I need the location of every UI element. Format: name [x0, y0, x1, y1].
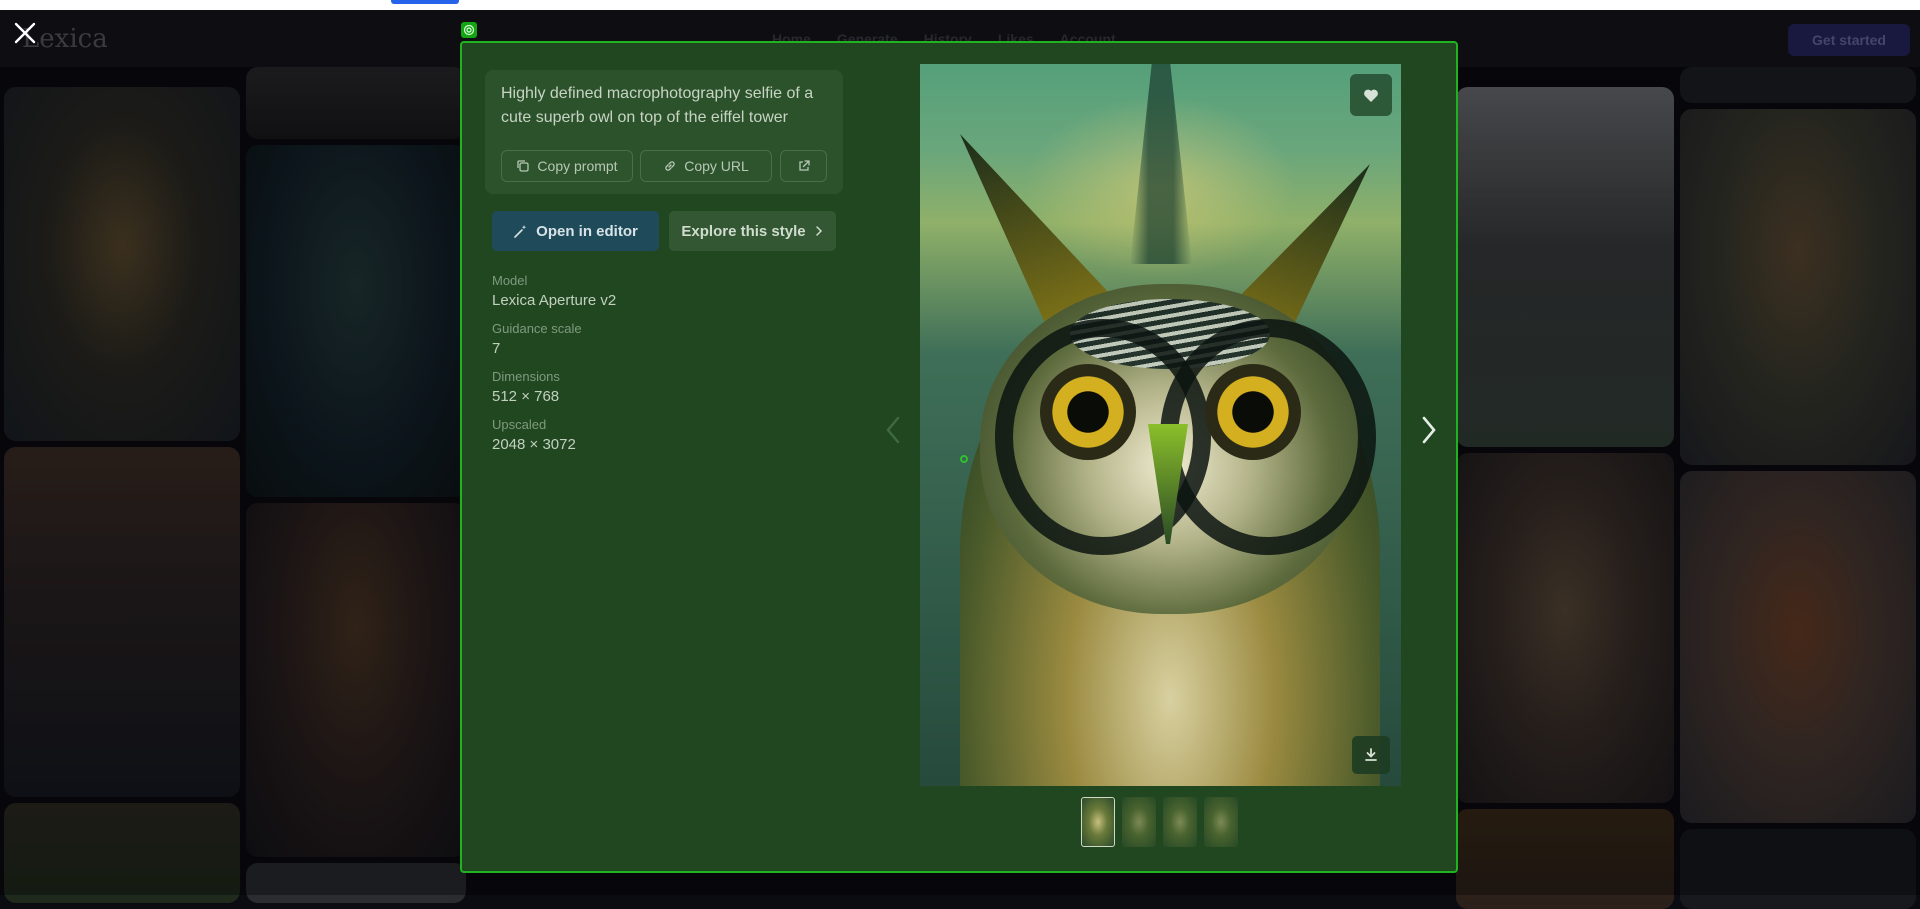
meta-guidance-scale: Guidance scale 7 — [492, 321, 792, 359]
meta-value: Lexica Aperture v2 — [492, 292, 617, 309]
close-icon — [14, 22, 36, 44]
active-tab-indicator — [391, 0, 459, 4]
modal-anchor-marker — [461, 22, 477, 38]
open-in-editor-button[interactable]: Open in editor — [492, 211, 659, 251]
prompt-text: Highly defined macrophotography selfie o… — [501, 85, 814, 126]
download-button[interactable] — [1352, 736, 1390, 774]
thumbnail-4[interactable] — [1204, 797, 1238, 847]
chevron-right-icon — [815, 226, 822, 236]
meta-value: 512 × 768 — [492, 388, 560, 405]
open-external-button[interactable] — [780, 150, 827, 182]
copy-url-button[interactable]: Copy URL — [640, 150, 772, 182]
copy-prompt-label: Copy prompt — [537, 158, 618, 174]
meta-label: Dimensions — [492, 369, 560, 384]
copy-icon — [517, 160, 530, 172]
favorite-button[interactable] — [1350, 74, 1392, 116]
image-focus-marker — [960, 455, 968, 463]
meta-model: Model Lexica Aperture v2 — [492, 273, 792, 311]
meta-label: Upscaled — [492, 417, 547, 432]
meta-value: 7 — [492, 340, 501, 357]
explore-style-button[interactable]: Explore this style — [669, 211, 836, 251]
target-icon — [463, 24, 475, 36]
link-icon — [665, 161, 675, 171]
heart-icon — [1364, 89, 1378, 102]
explore-style-label: Explore this style — [681, 222, 806, 240]
external-link-icon — [798, 160, 810, 171]
image-eye-left — [1040, 364, 1136, 460]
magic-wand-icon — [514, 224, 527, 238]
thumbnail-1[interactable] — [1081, 797, 1115, 847]
chevron-right-icon — [1422, 416, 1436, 444]
thumbnail-strip — [1081, 797, 1238, 847]
close-button[interactable] — [10, 18, 40, 48]
meta-upscaled: Upscaled 2048 × 3072 — [492, 417, 792, 455]
prompt-card: Highly defined macrophotography selfie o… — [485, 70, 843, 194]
image-tower — [1130, 64, 1192, 264]
image-detail-modal: Highly defined macrophotography selfie o… — [460, 41, 1458, 873]
meta-label: Model — [492, 273, 528, 288]
thumbnail-2[interactable] — [1122, 797, 1156, 847]
meta-value: 2048 × 3072 — [492, 436, 576, 453]
thumbnail-3[interactable] — [1163, 797, 1197, 847]
next-image-button[interactable] — [1417, 410, 1441, 450]
copy-prompt-button[interactable]: Copy prompt — [501, 150, 633, 182]
previous-image-button[interactable] — [881, 410, 905, 450]
meta-dimensions: Dimensions 512 × 768 — [492, 369, 792, 407]
open-in-editor-label: Open in editor — [536, 222, 638, 240]
browser-top-strip — [0, 0, 1920, 10]
chevron-left-icon — [886, 416, 900, 444]
main-image — [920, 64, 1401, 786]
meta-label: Guidance scale — [492, 321, 582, 336]
copy-url-label: Copy URL — [684, 158, 749, 174]
download-icon — [1365, 748, 1377, 761]
image-eye-right — [1205, 364, 1301, 460]
